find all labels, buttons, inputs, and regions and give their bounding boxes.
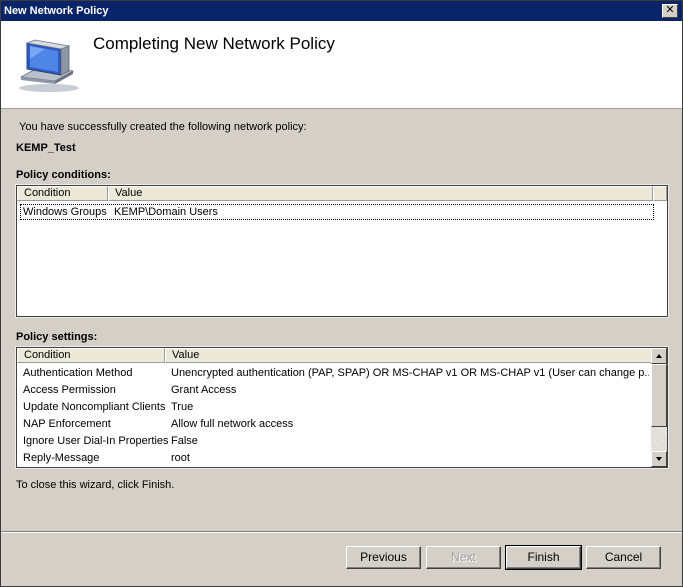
table-row[interactable]: Windows Groups KEMP\Domain Users [17, 204, 667, 221]
intro-text: You have successfully created the follow… [19, 121, 307, 133]
wizard-window: New Network Policy ✕ Completing New Netw… [0, 0, 683, 587]
value-cell: Unencrypted authentication (PAP, SPAP) O… [171, 367, 649, 379]
policy-conditions-list[interactable]: Condition Value Windows Groups KEMP\Doma… [15, 184, 669, 318]
value-cell: Grant Access [171, 384, 237, 396]
column-header-condition[interactable]: Condition [17, 348, 165, 363]
value-cell: True [171, 401, 194, 413]
vertical-scrollbar[interactable] [651, 348, 667, 467]
value-cell: Allow full network access [171, 418, 294, 430]
column-header-value[interactable]: Value [108, 186, 653, 201]
network-computer-icon [19, 39, 79, 92]
column-header-filler [653, 186, 667, 201]
condition-cell: Windows Groups [23, 206, 107, 218]
policy-conditions-label: Policy conditions: [16, 169, 111, 181]
policy-settings-label: Policy settings: [16, 331, 98, 343]
value-cell: False [171, 435, 198, 447]
next-button[interactable]: Next [426, 546, 501, 569]
column-header-value[interactable]: Value [165, 348, 653, 363]
previous-button[interactable]: Previous [346, 546, 421, 569]
column-header-condition[interactable]: Condition [17, 186, 108, 201]
scroll-up-button[interactable] [651, 348, 667, 364]
close-icon[interactable]: ✕ [662, 4, 678, 18]
finish-button[interactable]: Finish [505, 545, 582, 570]
cancel-button[interactable]: Cancel [586, 546, 661, 569]
footer-text: To close this wizard, click Finish. [16, 479, 175, 491]
footer-separator [1, 531, 682, 533]
condition-cell: Access Permission [23, 384, 116, 396]
condition-cell: Update Noncompliant Clients [23, 401, 166, 413]
wizard-header: Completing New Network Policy [1, 21, 682, 109]
policy-settings-list[interactable]: Condition Value Authentication Method Un… [15, 346, 669, 469]
arrow-down-icon [656, 457, 662, 461]
scroll-down-button[interactable] [651, 451, 667, 467]
condition-cell: Reply-Message [23, 452, 100, 464]
arrow-up-icon [656, 354, 662, 358]
condition-cell: Authentication Method [23, 367, 133, 379]
window-title: New Network Policy [4, 5, 109, 17]
condition-cell: NAP Enforcement [23, 418, 111, 430]
value-cell: KEMP\Domain Users [114, 206, 218, 218]
value-cell: root [171, 452, 190, 464]
title-bar[interactable]: New Network Policy ✕ [1, 1, 682, 21]
page-title: Completing New Network Policy [93, 34, 335, 53]
condition-cell: Ignore User Dial-In Properties [23, 435, 169, 447]
policy-name: KEMP_Test [16, 142, 76, 154]
scroll-thumb[interactable] [651, 364, 667, 427]
